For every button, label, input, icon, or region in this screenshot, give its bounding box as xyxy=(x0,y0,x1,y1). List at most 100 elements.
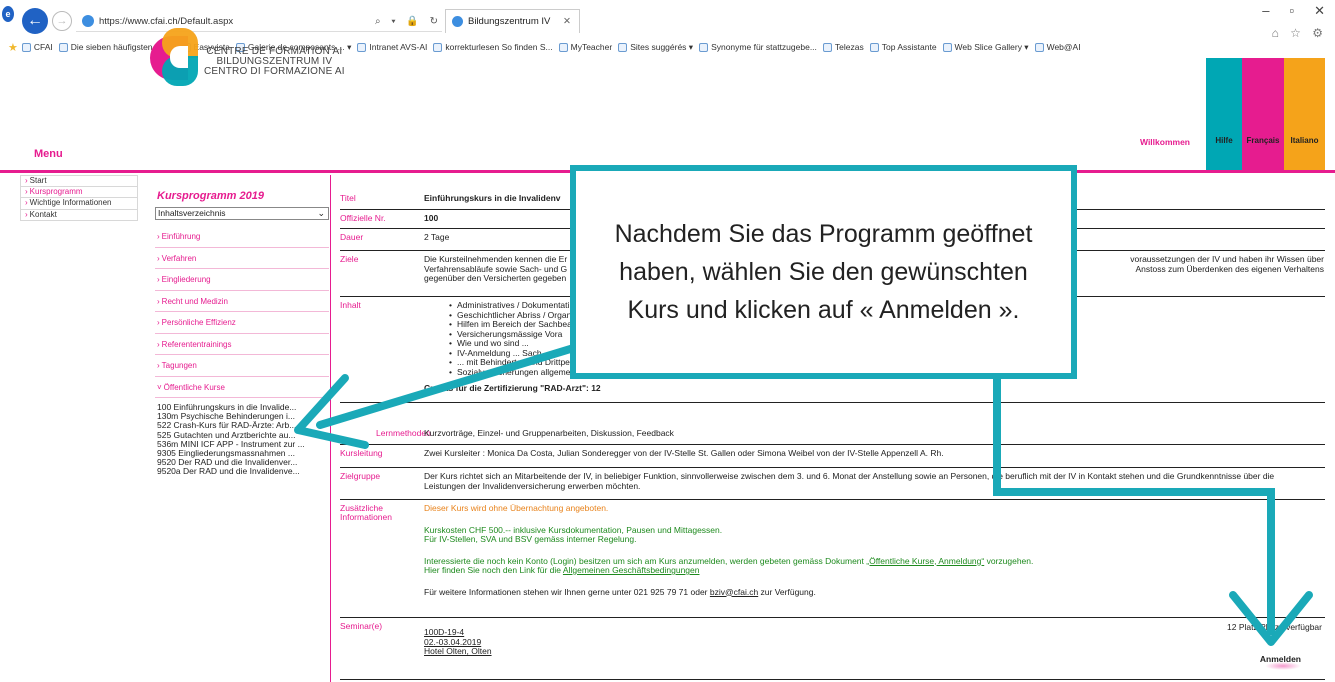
browser-chrome: e ← → https://www.cfai.ch/Default.aspx ⌕… xyxy=(0,0,1335,58)
menu-item-kursprogramm[interactable]: › Kursprogramm xyxy=(20,186,138,198)
category-link-open[interactable]: ˅ Öffentliche Kurse xyxy=(155,377,329,398)
program-select[interactable]: Inhaltsverzeichnis ⌄ xyxy=(155,207,329,220)
category-link[interactable]: › Tagungen xyxy=(155,355,329,377)
text: zur Verfügung. xyxy=(758,586,816,597)
favorite-item[interactable]: Top Assistante xyxy=(869,42,937,52)
favorite-label: Synonyme für stattzugebe... xyxy=(711,42,817,52)
category-link[interactable]: › Persönliche Effizienz xyxy=(155,312,329,334)
category-link[interactable]: › Verfahren xyxy=(155,248,329,269)
favorite-item[interactable]: Web@AI xyxy=(1034,42,1081,52)
page-icon xyxy=(433,42,443,52)
browser-tab[interactable]: Bildungszentrum IV ✕ xyxy=(445,9,580,33)
registration-document-link[interactable]: „Öffentliche Kurse, Anmeldung“ xyxy=(866,556,984,566)
text: Interessierte die noch kein Konto (Login… xyxy=(424,555,867,566)
minimize-button[interactable]: – xyxy=(1262,3,1269,19)
category-label: Eingliederung xyxy=(161,275,211,284)
site-favicon-icon xyxy=(82,15,94,27)
page-icon xyxy=(357,42,367,52)
forward-arrow-icon[interactable]: → xyxy=(52,11,72,31)
close-window-button[interactable]: ✕ xyxy=(1314,3,1325,19)
page-icon xyxy=(21,42,31,52)
favorite-item[interactable]: Web Slice Gallery ▾ xyxy=(942,41,1029,53)
category-label: Referententrainings xyxy=(161,339,232,349)
category-link[interactable]: › Recht und Medizin xyxy=(155,291,329,312)
favorites-bar: ★ CFAI Die sieben häufigsten Typ... Easy… xyxy=(0,38,1335,56)
lang-fr-tab[interactable]: Français xyxy=(1242,58,1284,170)
category-label: Verfahren xyxy=(161,253,197,263)
page-icon xyxy=(558,42,568,52)
category-label: Recht und Medizin xyxy=(161,296,228,306)
agb-link[interactable]: Allgemeinen Geschäftsbedingungen xyxy=(563,565,700,575)
menu-item-kontakt[interactable]: › Kontakt xyxy=(20,209,138,221)
logo-line: CENTRO DI FORMAZIONE AI xyxy=(204,66,345,77)
page-icon xyxy=(822,42,832,52)
overnight-note: Dieser Kurs wird ohne Übernachtung angeb… xyxy=(424,503,609,513)
favorite-item[interactable]: Synonyme für stattzugebe... xyxy=(699,42,817,52)
page-icon xyxy=(699,42,709,52)
favorite-item[interactable]: korrekturlesen So finden S... xyxy=(433,42,553,52)
favorite-label: CFAI xyxy=(33,42,53,52)
favorite-item[interactable]: Intranet AVS-AI xyxy=(357,42,427,52)
menu-item-start[interactable]: › Start xyxy=(20,175,138,187)
maximize-button[interactable]: ▫ xyxy=(1289,3,1294,19)
menu-item-label: Kursprogramm xyxy=(29,186,83,196)
detail-label: Offizielle Nr. xyxy=(340,213,386,223)
chevron-right-icon: › xyxy=(157,253,160,263)
favorite-label: MyTeacher xyxy=(570,42,613,52)
detail-value-zusatz: Dieser Kurs wird ohne Übernachtung angeb… xyxy=(424,503,1324,597)
category-label: Einführung xyxy=(161,232,201,241)
category-link[interactable]: › Referententrainings xyxy=(155,334,329,355)
favorites-star-icon[interactable]: ★ xyxy=(8,41,18,54)
chevron-right-icon: › xyxy=(25,209,28,219)
favorite-item[interactable]: CFAI xyxy=(21,42,53,52)
chevron-right-icon: › xyxy=(157,296,160,306)
chevron-right-icon: › xyxy=(157,339,160,349)
lang-it-tab[interactable]: Italiano xyxy=(1284,58,1325,170)
address-url[interactable]: https://www.cfai.ch/Default.aspx xyxy=(99,16,375,27)
course-title: Einführungskurs in die Invalidenv xyxy=(424,193,561,203)
course-link[interactable]: 9520a Der RAD und die Invalidenve... xyxy=(155,467,329,476)
favorite-label: Web Slice Gallery ▾ xyxy=(954,41,1029,52)
chevron-right-icon: › xyxy=(25,176,28,185)
agb-note: Hier finden Sie noch den Link für die Al… xyxy=(424,565,1324,576)
favorite-item[interactable]: MyTeacher xyxy=(558,42,613,52)
seminar-code-link[interactable]: 100D-19-4 xyxy=(424,627,1324,638)
chevron-down-icon: ⌄ xyxy=(317,208,325,218)
text: Hier finden Sie noch den Link für die xyxy=(424,565,563,575)
favorite-label: Intranet AVS-AI xyxy=(369,42,428,52)
favorite-label: korrekturlesen So finden S... xyxy=(445,42,553,52)
detail-label: Dauer xyxy=(340,232,364,242)
site-header xyxy=(0,58,1335,170)
ie-icon: e xyxy=(2,6,14,22)
rule-note: Für IV-Stellen, SVA und BSV gemäss inter… xyxy=(424,534,637,544)
tab-close-icon[interactable]: ✕ xyxy=(563,16,571,27)
text: Anstoss zum Überdenken des eigenen Verha… xyxy=(1135,263,1324,274)
favorite-label: Web@AI xyxy=(1046,42,1081,52)
menu-item-label: Start xyxy=(29,176,47,185)
help-tab[interactable]: Hilfe xyxy=(1206,58,1242,170)
back-arrow-icon[interactable]: ← xyxy=(22,8,48,34)
detail-row-zusatz: Zusätzliche Informationen Dieser Kurs wi… xyxy=(340,500,1325,618)
welcome-link[interactable]: Willkommen xyxy=(1140,137,1190,147)
page-icon xyxy=(58,42,68,52)
favorite-item[interactable]: Sites suggérés ▾ xyxy=(618,42,693,53)
address-controls[interactable]: ⌕ ▾ 🔒 ↻ xyxy=(375,16,442,27)
seminar-info: 100D-19-4 02.-03.04.2019 Hotel Olten, Ol… xyxy=(424,627,1324,657)
address-bar[interactable]: https://www.cfai.ch/Default.aspx ⌕ ▾ 🔒 ↻ xyxy=(76,11,442,32)
favorite-item[interactable]: Telezas xyxy=(822,42,864,52)
email-link[interactable]: bziv@cfai.ch xyxy=(710,587,758,597)
cfai-logo[interactable] xyxy=(150,28,200,86)
anmelden-button[interactable]: Anmelden xyxy=(1256,652,1305,666)
left-menu: › Start › Kursprogramm › Wichtige Informati… xyxy=(20,175,138,221)
detail-label: Zielgruppe xyxy=(340,471,381,481)
chevron-down-icon: ˅ xyxy=(157,382,162,392)
program-column: Kursprogramm 2019 Inhaltsverzeichnis ⌄ ›… xyxy=(155,175,329,477)
chevron-right-icon: › xyxy=(157,318,160,327)
category-link[interactable]: › Eingliederung xyxy=(155,269,329,291)
detail-label: Ziele xyxy=(340,254,359,264)
category-label: Öffentliche Kurse xyxy=(163,382,225,392)
menu-item-wichtige-informationen[interactable]: › Wichtige Informationen xyxy=(20,198,138,210)
detail-value-zielgruppe: Der Kurs richtet sich an Mitarbeitende d… xyxy=(424,471,1324,491)
seminar-date: 02.-03.04.2019 xyxy=(424,636,482,647)
category-link[interactable]: › Einführung xyxy=(155,226,329,248)
